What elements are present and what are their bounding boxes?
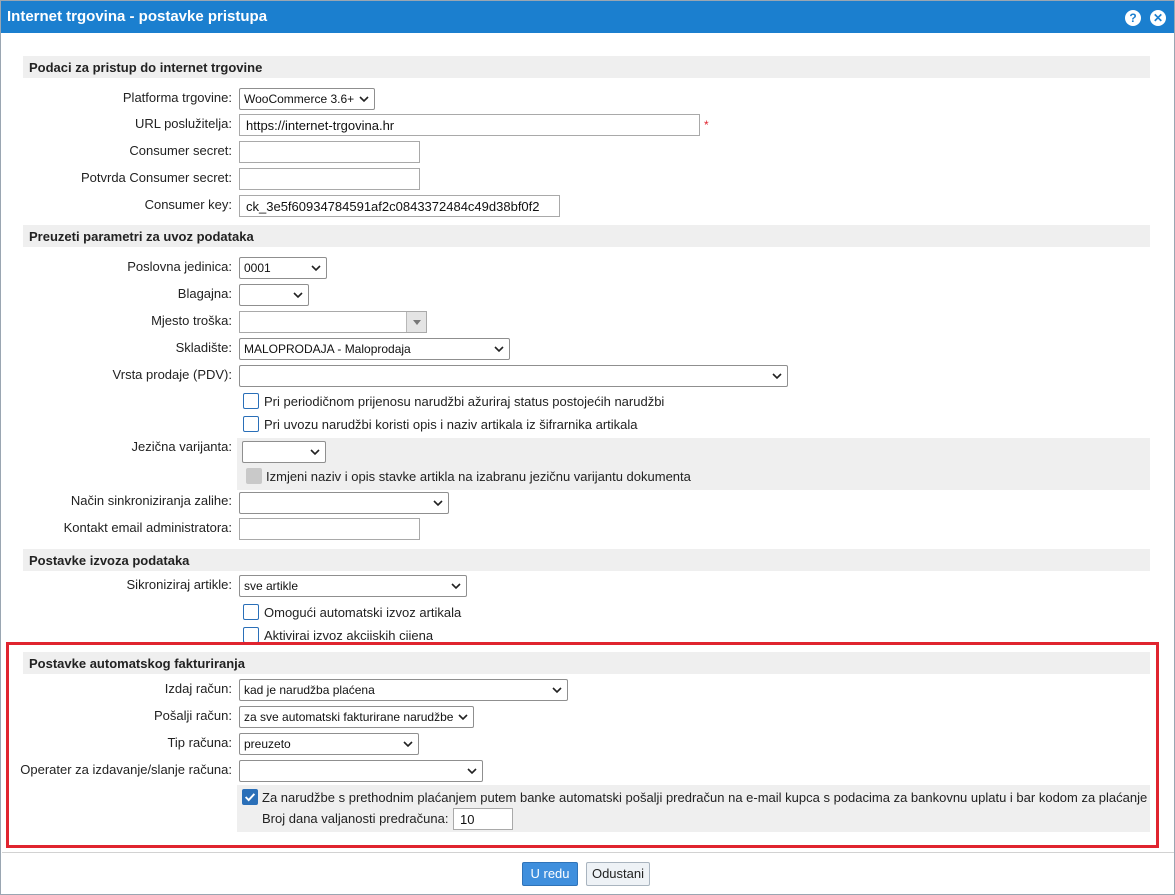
validity-days-label: Broj dana valjanosti predračuna: [262,811,449,826]
cost-center-label: Mjesto troška: [151,313,232,328]
change-name-checkbox[interactable] [246,468,262,484]
validity-days-input[interactable]: 10 [453,808,513,830]
cost-center-dropdown-button[interactable] [406,312,426,332]
ok-button[interactable]: U redu [522,862,578,886]
send-invoice-value: za sve automatski fakturirane narudžbe [244,710,454,724]
cashbox-label: Blagajna: [177,286,232,301]
settings-dialog: Internet trgovina - postavke pristupa ? … [0,0,1175,895]
issue-invoice-label: Izdaj račun: [164,681,232,696]
section-access-heading: Podaci za pristup do internet trgovine [23,56,1150,78]
language-label: Jezična varijanta: [131,439,232,454]
update-status-label: Pri periodičnom prijenosu narudžbi ažuri… [264,394,665,409]
update-status-checkbox[interactable] [243,393,259,409]
use-catalog-checkbox[interactable] [243,416,259,432]
footer-divider [2,852,1174,853]
auto-export-label: Omogući automatski izvoz artikala [264,605,462,620]
invoice-type-select[interactable]: preuzeto [239,733,419,755]
chevron-down-icon [458,714,468,721]
send-invoice-label: Pošalji račun: [153,708,232,723]
issue-invoice-value: kad je narudžba plaćena [244,683,375,697]
url-label: URL poslužitelja: [134,116,232,131]
invoice-type-value: preuzeto [244,737,291,751]
warehouse-value: MALOPRODAJA - Maloprodaja [244,342,411,356]
sale-type-select[interactable] [239,365,788,387]
chevron-down-icon [772,373,782,380]
chevron-down-icon [311,265,321,272]
operator-select[interactable] [239,760,483,782]
platform-label: Platforma trgovine: [122,90,232,105]
chevron-down-icon [310,449,320,456]
cashbox-select[interactable] [239,284,309,306]
consumer-secret-confirm-label: Potvrda Consumer secret: [80,170,232,185]
chevron-down-icon [403,741,413,748]
operator-label: Operater za izdavanje/slanje računa: [20,762,232,777]
sync-articles-select[interactable]: sve artikle [239,575,467,597]
chevron-down-icon [433,500,443,507]
url-input[interactable]: https://internet-trgovina.hr [239,114,700,136]
send-invoice-select[interactable]: za sve automatski fakturirane narudžbe [239,706,474,728]
sale-type-label: Vrsta prodaje (PDV): [112,367,232,382]
cost-center-combo[interactable] [239,311,427,333]
stock-sync-label: Način sinkroniziranja zalihe: [70,493,232,508]
admin-email-input[interactable] [239,518,420,540]
caret-down-icon [413,320,421,325]
cancel-button[interactable]: Odustani [586,862,650,886]
proforma-label: Za narudžbe s prethodnim plaćanjem putem… [262,790,1148,805]
use-catalog-label: Pri uvozu narudžbi koristi opis i naziv … [264,417,638,432]
chevron-down-icon [293,292,303,299]
platform-select[interactable]: WooCommerce 3.6+ [239,88,375,110]
admin-email-label: Kontakt email administratora: [63,520,232,535]
promo-prices-label: Aktiviraj izvoz akcijskih cijena [264,628,434,640]
language-select[interactable] [242,441,326,463]
warehouse-select[interactable]: MALOPRODAJA - Maloprodaja [239,338,510,360]
sync-articles-label: Sikroniziraj artikle: [126,577,232,592]
section-import-heading: Preuzeti parametri za uvoz podataka [23,225,1150,247]
promo-prices-checkbox[interactable] [243,627,259,643]
issue-invoice-select[interactable]: kad je narudžba plaćena [239,679,568,701]
change-name-label: Izmjeni naziv i opis stavke artikla na i… [266,469,691,484]
chevron-down-icon [467,768,477,775]
section-billing-heading: Postavke automatskog fakturiranja [23,652,1150,674]
consumer-key-input[interactable]: ck_3e5f60934784591af2c0843372484c49d38bf… [239,195,560,217]
business-unit-label: Poslovna jedinica: [127,259,232,274]
warehouse-label: Skladište: [175,340,232,355]
chevron-down-icon [359,96,369,103]
chevron-down-icon [494,346,504,353]
consumer-secret-label: Consumer secret: [129,143,232,158]
title-bar: Internet trgovina - postavke pristupa ? … [1,1,1174,33]
platform-select-value: WooCommerce 3.6+ [244,92,355,106]
help-icon[interactable]: ? [1125,10,1141,26]
auto-export-checkbox[interactable] [243,604,259,620]
chevron-down-icon [451,583,461,590]
proforma-checkbox[interactable] [242,789,258,805]
dialog-title: Internet trgovina - postavke pristupa [7,8,268,25]
consumer-secret-confirm-input[interactable] [239,168,420,190]
section-export-heading: Postavke izvoza podataka [23,549,1150,571]
business-unit-select[interactable]: 0001 [239,257,327,279]
consumer-key-label: Consumer key: [144,197,232,212]
consumer-secret-input[interactable] [239,141,420,163]
business-unit-value: 0001 [244,261,271,275]
required-mark: * [704,118,709,132]
checkmark-icon [244,793,256,802]
invoice-type-label: Tip računa: [167,735,232,750]
close-icon[interactable]: ✕ [1150,10,1166,26]
sync-articles-value: sve artikle [244,579,299,593]
stock-sync-select[interactable] [239,492,449,514]
chevron-down-icon [552,687,562,694]
